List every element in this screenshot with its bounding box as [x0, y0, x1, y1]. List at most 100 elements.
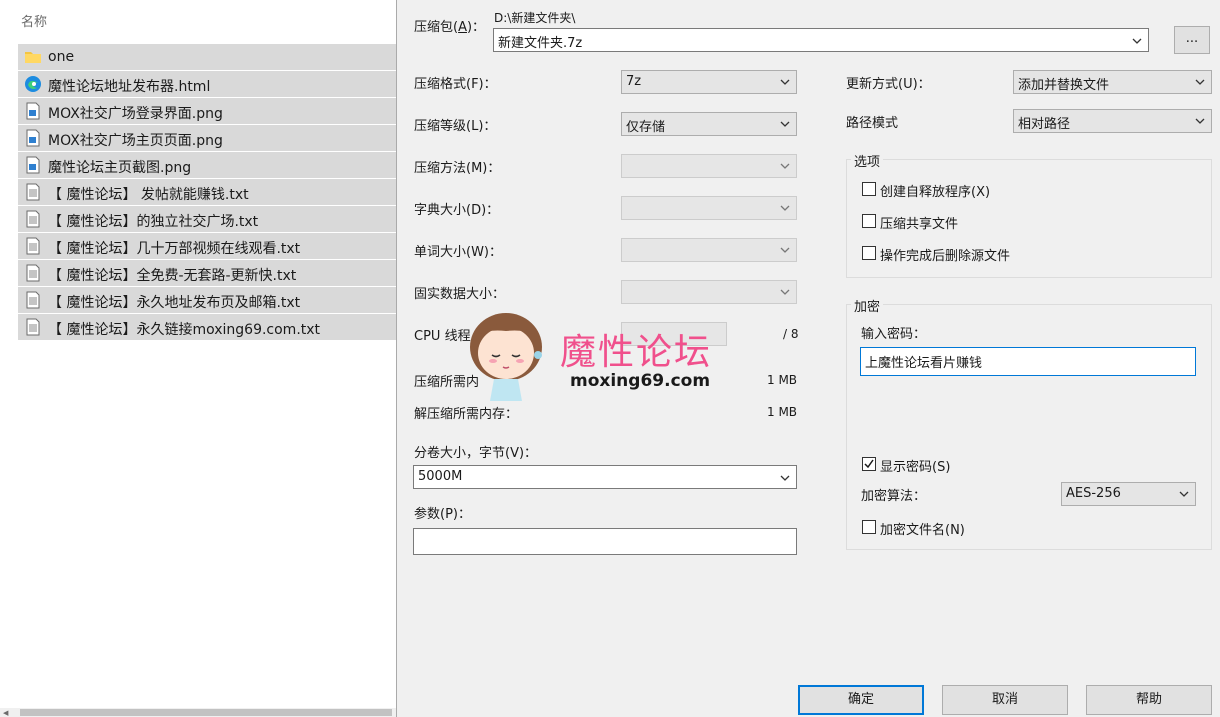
file-name: 【 魔性论坛】全免费-无套路-更新快.txt — [48, 268, 297, 284]
file-name: 魔性论坛主页截图.png — [48, 160, 192, 176]
shared-files-checkbox[interactable] — [862, 214, 876, 228]
archive-path: D:\新建文件夹\ — [494, 11, 576, 25]
scroll-left-arrow-icon[interactable]: ◀ — [3, 709, 8, 717]
dictionary-size-select[interactable] — [621, 196, 797, 220]
file-row[interactable]: 【 魔性论坛】永久地址发布页及邮箱.txt — [18, 287, 396, 314]
text-file-icon — [26, 318, 40, 336]
solid-block-size-select[interactable] — [621, 280, 797, 304]
file-row[interactable]: one — [18, 44, 396, 71]
chevron-down-icon — [1195, 118, 1205, 124]
update-mode-select[interactable]: 添加并替换文件 — [1013, 70, 1212, 94]
file-list: one 魔性论坛地址发布器.html MOX社交广场登录界面.png MOX社交… — [18, 44, 396, 341]
file-name: MOX社交广场登录界面.png — [48, 106, 223, 122]
text-file-icon — [26, 264, 40, 282]
update-mode-value: 添加并替换文件 — [1018, 78, 1110, 93]
delete-after-label[interactable]: 操作完成后删除源文件 — [880, 245, 1010, 264]
file-name: 【 魔性论坛】永久地址发布页及邮箱.txt — [48, 295, 301, 311]
chevron-down-icon[interactable] — [780, 474, 790, 482]
chevron-down-icon — [1179, 491, 1189, 497]
encrypt-filenames-label[interactable]: 加密文件名(N) — [880, 519, 965, 538]
encrypt-filenames-checkbox[interactable] — [862, 520, 876, 534]
file-explorer: 名称 one 魔性论坛地址发布器.html MOX社交广场登录界面.png MO… — [0, 0, 396, 717]
format-value: 7z — [626, 74, 642, 89]
chevron-down-icon[interactable] — [1132, 37, 1142, 45]
chevron-down-icon — [780, 79, 790, 85]
checkmark-icon — [864, 459, 874, 469]
watermark: 魔性论坛 moxing69.com — [466, 305, 736, 405]
file-name: 【 魔性论坛】的独立社交广场.txt — [48, 214, 259, 230]
cpu-threads-label: CPU 线程 — [414, 329, 471, 344]
chevron-down-icon — [1195, 79, 1205, 85]
sfx-label[interactable]: 创建自释放程序(X) — [880, 181, 990, 200]
decompress-memory-value: 1 MB — [767, 405, 798, 419]
level-value: 仅存储 — [626, 120, 666, 135]
file-row[interactable]: 【 魔性论坛】 发帖就能赚钱.txt — [18, 179, 396, 206]
path-mode-value: 相对路径 — [1018, 117, 1071, 132]
sfx-checkbox[interactable] — [862, 182, 876, 196]
image-file-icon — [26, 102, 40, 120]
file-row[interactable]: MOX社交广场登录界面.png — [18, 98, 396, 125]
help-button[interactable]: 帮助 — [1086, 685, 1212, 715]
parameters-label: 参数(P)： — [414, 507, 471, 522]
method-label: 压缩方法(M)： — [414, 161, 501, 176]
volume-size-combo[interactable]: 5000M — [413, 465, 797, 489]
solid-block-size-label: 固实数据大小： — [414, 287, 506, 302]
options-group-title: 选项 — [851, 151, 884, 170]
mascot-girl-icon — [470, 313, 542, 401]
level-select[interactable]: 仅存储 — [621, 112, 797, 136]
file-row[interactable]: 【 魔性论坛】永久链接moxing69.com.txt — [18, 314, 396, 341]
volume-size-value: 5000M — [418, 469, 463, 484]
text-file-icon — [26, 183, 40, 201]
file-row[interactable]: 【 魔性论坛】几十万部视频在线观看.txt — [18, 233, 396, 260]
chevron-down-icon — [780, 289, 790, 295]
format-select[interactable]: 7z — [621, 70, 797, 94]
decompress-memory-label: 解压缩所需内存： — [414, 407, 519, 422]
password-input[interactable]: 上魔性论坛看片赚钱 — [860, 347, 1196, 376]
path-mode-label: 路径模式 — [846, 116, 899, 131]
file-row[interactable]: MOX社交广场主页页面.png — [18, 125, 396, 152]
encryption-method-select[interactable]: AES-256 — [1061, 482, 1196, 506]
delete-after-checkbox[interactable] — [862, 246, 876, 260]
shared-files-label[interactable]: 压缩共享文件 — [880, 213, 958, 232]
update-mode-label: 更新方式(U)： — [846, 77, 931, 92]
scrollbar-thumb[interactable] — [20, 709, 392, 716]
show-password-label[interactable]: 显示密码(S) — [880, 456, 950, 475]
file-row[interactable]: 魔性论坛主页截图.png — [18, 152, 396, 179]
cpu-threads-total: / 8 — [783, 327, 799, 341]
browse-button[interactable]: ... — [1174, 26, 1210, 54]
column-header-name[interactable]: 名称 — [21, 11, 47, 30]
encryption-group-title: 加密 — [851, 296, 884, 315]
word-size-label: 单词大小(W)： — [414, 245, 502, 260]
volume-size-label: 分卷大小，字节(V)： — [414, 446, 538, 461]
file-name: 魔性论坛地址发布器.html — [48, 79, 211, 95]
encryption-method-label: 加密算法： — [861, 489, 927, 504]
word-size-select[interactable] — [621, 238, 797, 262]
edge-browser-icon — [25, 76, 41, 92]
watermark-url: moxing69.com — [570, 371, 711, 391]
archive-name-value: 新建文件夹.7z — [498, 36, 583, 51]
chevron-down-icon — [780, 163, 790, 169]
file-row[interactable]: 【 魔性论坛】全免费-无套路-更新快.txt — [18, 260, 396, 287]
file-row[interactable]: 魔性论坛地址发布器.html — [18, 71, 396, 98]
file-row[interactable]: 【 魔性论坛】的独立社交广场.txt — [18, 206, 396, 233]
file-name: MOX社交广场主页页面.png — [48, 133, 223, 149]
image-file-icon — [26, 156, 40, 174]
path-mode-select[interactable]: 相对路径 — [1013, 109, 1212, 133]
horizontal-scrollbar[interactable]: ◀ — [0, 708, 396, 717]
password-value: 上魔性论坛看片赚钱 — [865, 356, 983, 371]
archive-name-combo[interactable]: 新建文件夹.7z — [493, 28, 1149, 52]
level-label: 压缩等级(L)： — [414, 119, 497, 134]
file-name: 【 魔性论坛】几十万部视频在线观看.txt — [48, 241, 301, 257]
show-password-checkbox[interactable] — [862, 457, 876, 471]
file-name: 【 魔性论坛】 发帖就能赚钱.txt — [48, 187, 249, 203]
chevron-down-icon — [780, 121, 790, 127]
encryption-method-value: AES-256 — [1066, 486, 1121, 501]
dictionary-size-label: 字典大小(D)： — [414, 203, 500, 218]
cancel-button[interactable]: 取消 — [942, 685, 1068, 715]
file-name: 【 魔性论坛】永久链接moxing69.com.txt — [48, 322, 321, 338]
method-select[interactable] — [621, 154, 797, 178]
chevron-down-icon — [780, 205, 790, 211]
file-name: one — [48, 49, 75, 65]
parameters-input[interactable] — [413, 528, 797, 555]
ok-button[interactable]: 确定 — [798, 685, 924, 715]
